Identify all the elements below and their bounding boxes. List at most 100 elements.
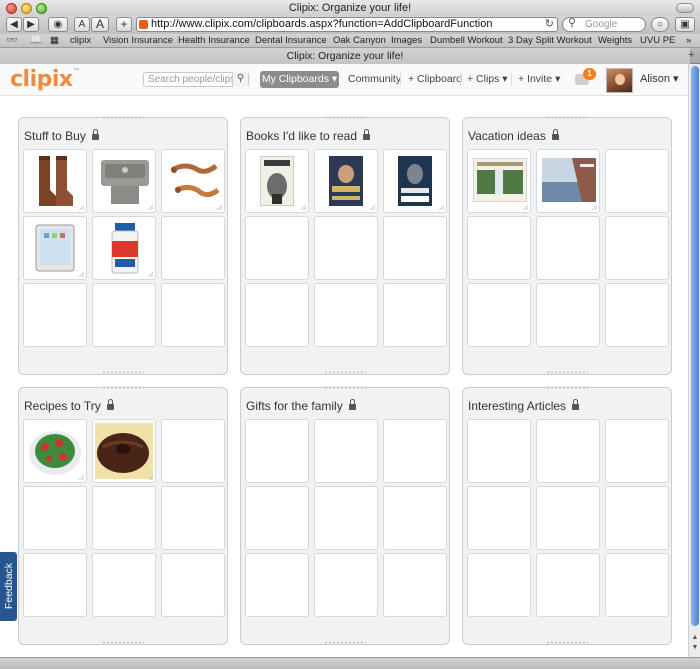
user-menu[interactable]: Alison ▾ <box>640 72 679 85</box>
empty-clip-slot[interactable] <box>467 216 531 280</box>
add-bookmark-button[interactable]: + <box>116 17 132 32</box>
empty-clip-slot[interactable] <box>161 283 225 347</box>
clipboard-vacation-ideas[interactable]: Vacation ideas <box>462 116 672 375</box>
clipboard-title[interactable]: Stuff to Buy <box>24 129 99 143</box>
clipboard-title[interactable]: Recipes to Try <box>24 399 114 413</box>
empty-clip-slot[interactable] <box>383 486 447 550</box>
clip-strawberry-salad[interactable] <box>23 419 87 483</box>
top-sites-icon[interactable]: ▦ <box>50 34 59 47</box>
empty-clip-slot[interactable] <box>314 419 378 483</box>
clipboard-gifts-for-family[interactable]: Gifts for the family <box>240 386 450 645</box>
empty-clip-slot[interactable] <box>467 283 531 347</box>
bookmark-link[interactable]: Weights <box>598 34 632 47</box>
community-link[interactable]: Community <box>348 71 401 88</box>
bookmark-link[interactable]: clipix <box>70 34 91 47</box>
bookmark-link[interactable]: UVU PE <box>640 34 675 47</box>
forward-button[interactable]: ▶ <box>23 17 39 32</box>
user-avatar[interactable] <box>606 68 633 93</box>
scrollbar-thumb[interactable] <box>691 66 699 626</box>
add-clips-menu[interactable]: + Clips ▾ <box>467 71 508 88</box>
empty-clip-slot[interactable] <box>161 553 225 617</box>
stop-icon[interactable]: ○ <box>651 17 669 32</box>
clip-book-george-washington[interactable] <box>314 149 378 213</box>
empty-clip-slot[interactable] <box>536 553 600 617</box>
board-drag-handle[interactable] <box>546 116 588 119</box>
people-clips-search-input[interactable]: Search people/clips ⚲ <box>143 72 249 87</box>
empty-clip-slot[interactable] <box>92 283 156 347</box>
empty-clip-slot[interactable] <box>161 486 225 550</box>
new-tab-icon[interactable]: + <box>688 49 698 62</box>
empty-clip-slot[interactable] <box>536 283 600 347</box>
clipboard-recipes-to-try[interactable]: Recipes to Try <box>18 386 228 645</box>
reload-icon[interactable]: ↻ <box>545 18 554 31</box>
address-bar[interactable]: http://www.clipix.com/clipboards.aspx?fu… <box>136 17 558 32</box>
reading-list-icon[interactable]: 👓 <box>6 34 18 47</box>
board-drag-handle[interactable] <box>102 116 144 119</box>
empty-clip-slot[interactable] <box>605 553 669 617</box>
zoom-window-button[interactable] <box>36 3 47 14</box>
board-drag-handle[interactable] <box>546 386 588 389</box>
empty-clip-slot[interactable] <box>92 486 156 550</box>
board-drag-handle[interactable] <box>324 116 366 119</box>
empty-clip-slot[interactable] <box>536 486 600 550</box>
page-menu-icon[interactable]: ▣ <box>675 17 695 32</box>
empty-clip-slot[interactable] <box>383 419 447 483</box>
web-search-input[interactable]: ⚲ Google <box>562 17 646 32</box>
empty-clip-slot[interactable] <box>245 216 309 280</box>
bookmarks-book-icon[interactable]: 📖 <box>30 34 42 47</box>
more-bookmarks-icon[interactable]: » <box>686 34 691 47</box>
evernote-icon[interactable]: ◉ <box>48 17 68 32</box>
board-drag-handle[interactable] <box>324 386 366 389</box>
board-resize-handle[interactable] <box>546 371 588 374</box>
my-clipboards-button[interactable]: My Clipboards ▾ <box>260 71 339 88</box>
empty-clip-slot[interactable] <box>605 149 669 213</box>
clip-ipad[interactable] <box>23 216 87 280</box>
empty-clip-slot[interactable] <box>383 553 447 617</box>
bookmark-link[interactable]: Oak Canyon <box>333 34 386 47</box>
empty-clip-slot[interactable] <box>383 283 447 347</box>
board-resize-handle[interactable] <box>324 371 366 374</box>
empty-clip-slot[interactable] <box>605 216 669 280</box>
close-window-button[interactable] <box>6 3 17 14</box>
empty-clip-slot[interactable] <box>161 419 225 483</box>
clip-toy-lizards[interactable] <box>161 149 225 213</box>
empty-clip-slot[interactable] <box>467 486 531 550</box>
empty-clip-slot[interactable] <box>536 419 600 483</box>
empty-clip-slot[interactable] <box>383 216 447 280</box>
empty-clip-slot[interactable] <box>23 486 87 550</box>
empty-clip-slot[interactable] <box>536 216 600 280</box>
empty-clip-slot[interactable] <box>314 283 378 347</box>
clip-chocolate-cake[interactable] <box>92 419 156 483</box>
empty-clip-slot[interactable] <box>245 283 309 347</box>
empty-clip-slot[interactable] <box>245 419 309 483</box>
empty-clip-slot[interactable] <box>23 283 87 347</box>
empty-clip-slot[interactable] <box>605 419 669 483</box>
clip-book-killing-lincoln[interactable] <box>383 149 447 213</box>
font-larger-button[interactable]: A <box>91 17 109 32</box>
bookmark-link[interactable]: Health Insurance <box>178 34 250 47</box>
clipboard-books-to-read[interactable]: Books I'd like to read <box>240 116 450 375</box>
empty-clip-slot[interactable] <box>161 216 225 280</box>
clip-book-road-to-serfdom[interactable] <box>245 149 309 213</box>
board-resize-handle[interactable] <box>102 641 144 644</box>
clip-drinking-fountain[interactable] <box>92 149 156 213</box>
bookmark-link[interactable]: Dumbell Workout <box>430 34 503 47</box>
clip-waterfall-article[interactable] <box>467 149 531 213</box>
minimize-window-button[interactable] <box>21 3 32 14</box>
empty-clip-slot[interactable] <box>605 486 669 550</box>
board-resize-handle[interactable] <box>324 641 366 644</box>
empty-clip-slot[interactable] <box>245 553 309 617</box>
clipboard-title[interactable]: Vacation ideas <box>468 129 559 143</box>
empty-clip-slot[interactable] <box>467 553 531 617</box>
clipboard-interesting-articles[interactable]: Interesting Articles <box>462 386 672 645</box>
clipix-logo[interactable]: clipix™ <box>10 67 81 92</box>
vertical-scrollbar[interactable]: ▲ ▼ <box>688 64 700 657</box>
clipboard-title[interactable]: Interesting Articles <box>468 399 580 413</box>
board-resize-handle[interactable] <box>102 371 144 374</box>
empty-clip-slot[interactable] <box>314 553 378 617</box>
empty-clip-slot[interactable] <box>314 216 378 280</box>
bookmark-link[interactable]: 3 Day Split Workout <box>508 34 592 47</box>
board-resize-handle[interactable] <box>546 641 588 644</box>
toolbar-toggle-button[interactable] <box>676 3 694 13</box>
bookmark-link[interactable]: Vision Insurance <box>103 34 173 47</box>
